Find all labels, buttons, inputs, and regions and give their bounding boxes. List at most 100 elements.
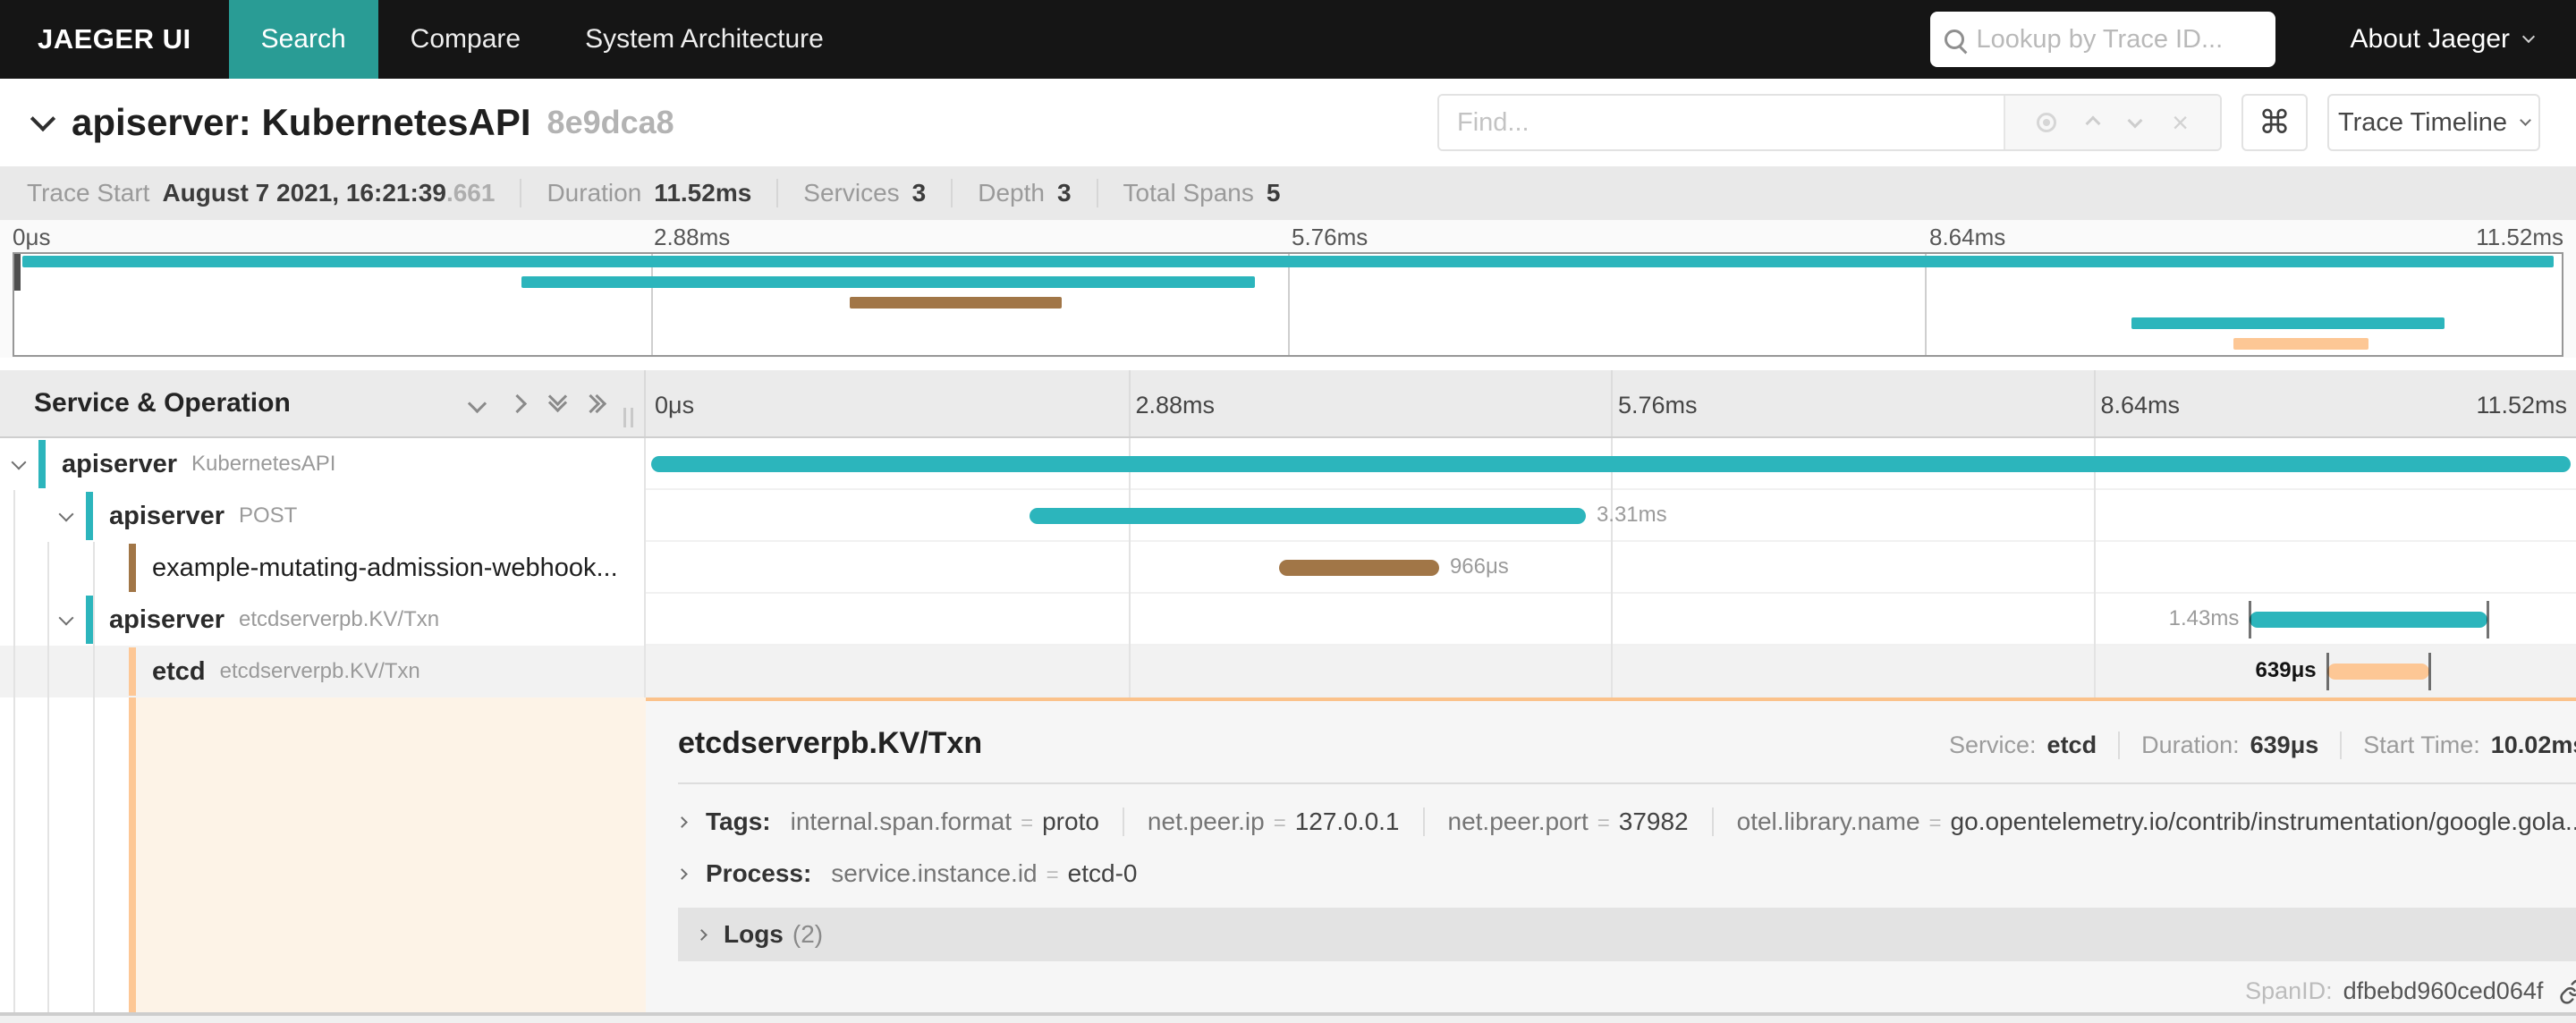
find-next-button[interactable] xyxy=(2127,113,2143,131)
chevron-down-icon xyxy=(2520,114,2531,126)
minimap-span-bar xyxy=(850,297,1062,309)
minimap-span-bar xyxy=(2131,317,2445,329)
tag-item: internal.span.format = proto xyxy=(790,807,1099,835)
span-timeline-cell[interactable] xyxy=(646,438,2576,490)
trace-id: 8e9dca8 xyxy=(547,104,674,140)
tick-label: 0μs xyxy=(13,224,51,250)
spacer xyxy=(0,358,2576,370)
chevron-right-icon xyxy=(696,928,708,941)
expand-all-double-chevron-down-icon[interactable] xyxy=(547,386,568,413)
service-operation-header: Service & Operation xyxy=(0,370,646,436)
about-jaeger-label: About Jaeger xyxy=(2350,24,2510,54)
find-input[interactable] xyxy=(1439,96,2004,149)
focus-target-icon[interactable] xyxy=(2037,113,2057,132)
collapse-chevron-icon[interactable] xyxy=(58,506,74,522)
span-table-header: Service & Operation 0μs 2.88ms 5.76ms 8.… xyxy=(0,370,2576,438)
logs-expander[interactable]: Logs (2) xyxy=(678,908,2576,961)
minimap-scrubber-handle[interactable] xyxy=(14,254,21,291)
process-row[interactable]: Process: service.instance.id = etcd-0 xyxy=(676,859,2576,888)
summary-trace-start: Trace Start August 7 2021, 16:21:39.661 xyxy=(27,179,496,207)
trace-view-label: Trace Timeline xyxy=(2337,107,2508,137)
find-prev-button[interactable] xyxy=(2085,113,2101,133)
span-row-etcd-txn-selected[interactable]: etcd etcdserverpb.KV/Txn 639μs xyxy=(0,646,2576,698)
span-color-bar xyxy=(86,596,93,644)
top-nav: JAEGER UI Search Compare System Architec… xyxy=(0,0,2576,79)
span-duration-bar[interactable] xyxy=(1030,508,1586,524)
span-service: etcd xyxy=(152,656,206,686)
trace-summary-bar: Trace Start August 7 2021, 16:21:39.661 … xyxy=(0,166,2576,220)
span-row-apiserver-kubernetesapi[interactable]: apiserver KubernetesAPI xyxy=(0,438,2576,490)
service-operation-title: Service & Operation xyxy=(34,388,291,418)
collapse-one-chevron-right-icon[interactable] xyxy=(507,393,528,413)
tick-label: 11.52ms xyxy=(2476,392,2567,418)
minimap-gridline xyxy=(1288,254,1290,355)
span-id-label: SpanID: xyxy=(2245,977,2333,1004)
about-jaeger-menu[interactable]: About Jaeger xyxy=(2350,24,2536,55)
span-duration-label: 3.31ms xyxy=(1596,503,1667,527)
chevron-down-icon xyxy=(2521,30,2536,44)
search-icon xyxy=(1944,30,1964,49)
span-row-webhook[interactable]: example-mutating-admission-webhook... 96… xyxy=(0,542,2576,594)
collapse-all-chevron-down-icon[interactable] xyxy=(467,393,487,413)
minimap-span-bar xyxy=(521,276,1255,288)
tick-label: 8.64ms xyxy=(1929,224,2006,250)
span-id-row: SpanID: dfbebd960ced064f xyxy=(678,977,2576,1005)
app-brand[interactable]: JAEGER UI xyxy=(38,23,191,55)
nav-item-compare[interactable]: Compare xyxy=(378,0,553,79)
trace-title: apiserver: KubernetesAPI xyxy=(72,101,531,143)
collapse-chevron-icon[interactable] xyxy=(11,454,27,470)
trace-view-select[interactable]: Trace Timeline xyxy=(2327,94,2540,151)
summary-duration: Duration 11.52ms xyxy=(520,179,751,207)
span-duration-bar[interactable] xyxy=(651,456,2571,472)
detail-left-column xyxy=(0,698,646,1012)
selected-span-color-bar xyxy=(129,698,136,1012)
tags-label: Tags: xyxy=(706,807,771,835)
span-timeline-cell[interactable]: 639μs xyxy=(646,646,2576,698)
collapse-all-double-chevron-right-icon[interactable] xyxy=(580,393,607,413)
span-color-bar xyxy=(129,647,136,696)
span-color-bar xyxy=(38,440,46,488)
span-row-apiserver-etcd-txn[interactable]: apiserver etcdserverpb.KV/Txn 1.43ms xyxy=(0,594,2576,646)
tick-label: 5.76ms xyxy=(1292,224,1368,250)
column-resize-grip[interactable] xyxy=(623,408,633,427)
detail-meta: Service: etcd Duration: 639μs Start Time: 1… xyxy=(1949,731,2576,759)
span-row-apiserver-post[interactable]: apiserver POST 3.31ms xyxy=(0,490,2576,542)
span-duration-bar[interactable] xyxy=(2250,612,2487,628)
span-service: example-mutating-admission-webhook... xyxy=(152,553,618,582)
span-service: apiserver xyxy=(62,449,177,478)
nav-item-system-architecture[interactable]: System Architecture xyxy=(553,0,856,79)
tick-label: 11.52ms xyxy=(2476,224,2563,250)
span-timeline-cell[interactable]: 1.43ms xyxy=(646,594,2576,646)
tick-label: 2.88ms xyxy=(1135,392,1216,418)
collapse-trace-chevron-icon[interactable] xyxy=(30,106,56,132)
span-duration-label: 639μs xyxy=(2255,658,2317,682)
timeline-minimap: 0μs 2.88ms 5.76ms 8.64ms 11.52ms xyxy=(0,220,2576,358)
tick-label: 0μs xyxy=(655,392,695,418)
minimap-span-bar xyxy=(21,256,2555,267)
logs-count: (2) xyxy=(792,920,824,948)
collapse-chevron-icon[interactable] xyxy=(58,610,74,626)
summary-depth: Depth 3 xyxy=(951,179,1072,207)
span-service: apiserver xyxy=(109,501,225,530)
find-box: × xyxy=(1437,94,2222,151)
process-label: Process: xyxy=(706,859,812,887)
detail-operation-title: etcdserverpb.KV/Txn xyxy=(678,726,983,760)
span-color-bar xyxy=(86,492,93,540)
span-timeline-cell[interactable]: 966μs xyxy=(646,542,2576,594)
tags-row[interactable]: Tags: internal.span.format = proto net.pee… xyxy=(676,807,2576,836)
tick-label: 8.64ms xyxy=(2100,392,2181,418)
span-duration-bar[interactable] xyxy=(2326,664,2429,680)
deep-link-icon[interactable] xyxy=(2559,978,2576,1005)
span-bound-tick xyxy=(2428,653,2431,690)
span-timeline-cell[interactable]: 3.31ms xyxy=(646,490,2576,542)
keyboard-shortcuts-button[interactable]: ⌘ xyxy=(2241,94,2308,151)
span-duration-bar[interactable] xyxy=(1278,560,1439,576)
tag-item: net.peer.ip = 127.0.0.1 xyxy=(1122,807,1400,836)
span-rows: apiserver KubernetesAPI apiserver POST 3… xyxy=(0,438,2576,698)
nav-item-search[interactable]: Search xyxy=(228,0,378,79)
span-bound-tick xyxy=(2249,601,2252,638)
trace-lookup-input[interactable] xyxy=(1976,24,2261,55)
minimap-canvas[interactable] xyxy=(13,252,2563,357)
span-service: apiserver xyxy=(109,604,225,634)
clear-find-icon[interactable]: × xyxy=(2172,108,2189,137)
